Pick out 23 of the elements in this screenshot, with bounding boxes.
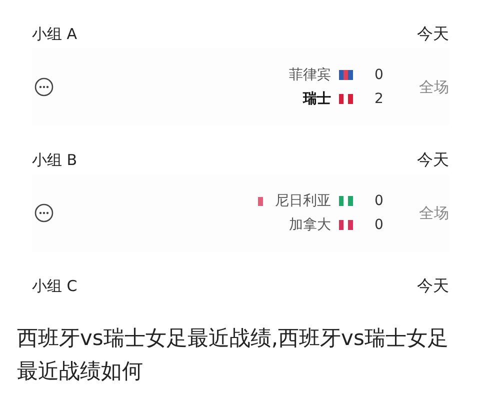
flag-icon [339,94,353,104]
more-icon[interactable] [34,203,54,223]
card-icon [258,196,263,206]
team-name: 尼日利亚 [275,192,331,210]
match-day: 今天 [417,150,449,170]
team-name: 加拿大 [289,216,331,234]
group-title: 小组 C [32,276,78,296]
team-score: 0 [374,217,384,233]
match-day: 今天 [417,276,449,296]
team-score: 0 [374,193,384,209]
flag-icon [339,70,353,80]
match-day: 今天 [417,24,449,44]
group-title: 小组 A [32,24,78,44]
flag-icon [339,220,353,230]
flag-icon [339,196,353,206]
team-name: 菲律宾 [289,66,331,84]
match-status: 全场 [419,78,449,96]
more-icon[interactable] [34,77,54,97]
match-status: 全场 [419,204,449,222]
team-name: 瑞士 [303,90,331,108]
team-score: 2 [374,91,384,107]
group-title: 小组 B [32,150,78,170]
team-score: 0 [374,67,384,83]
